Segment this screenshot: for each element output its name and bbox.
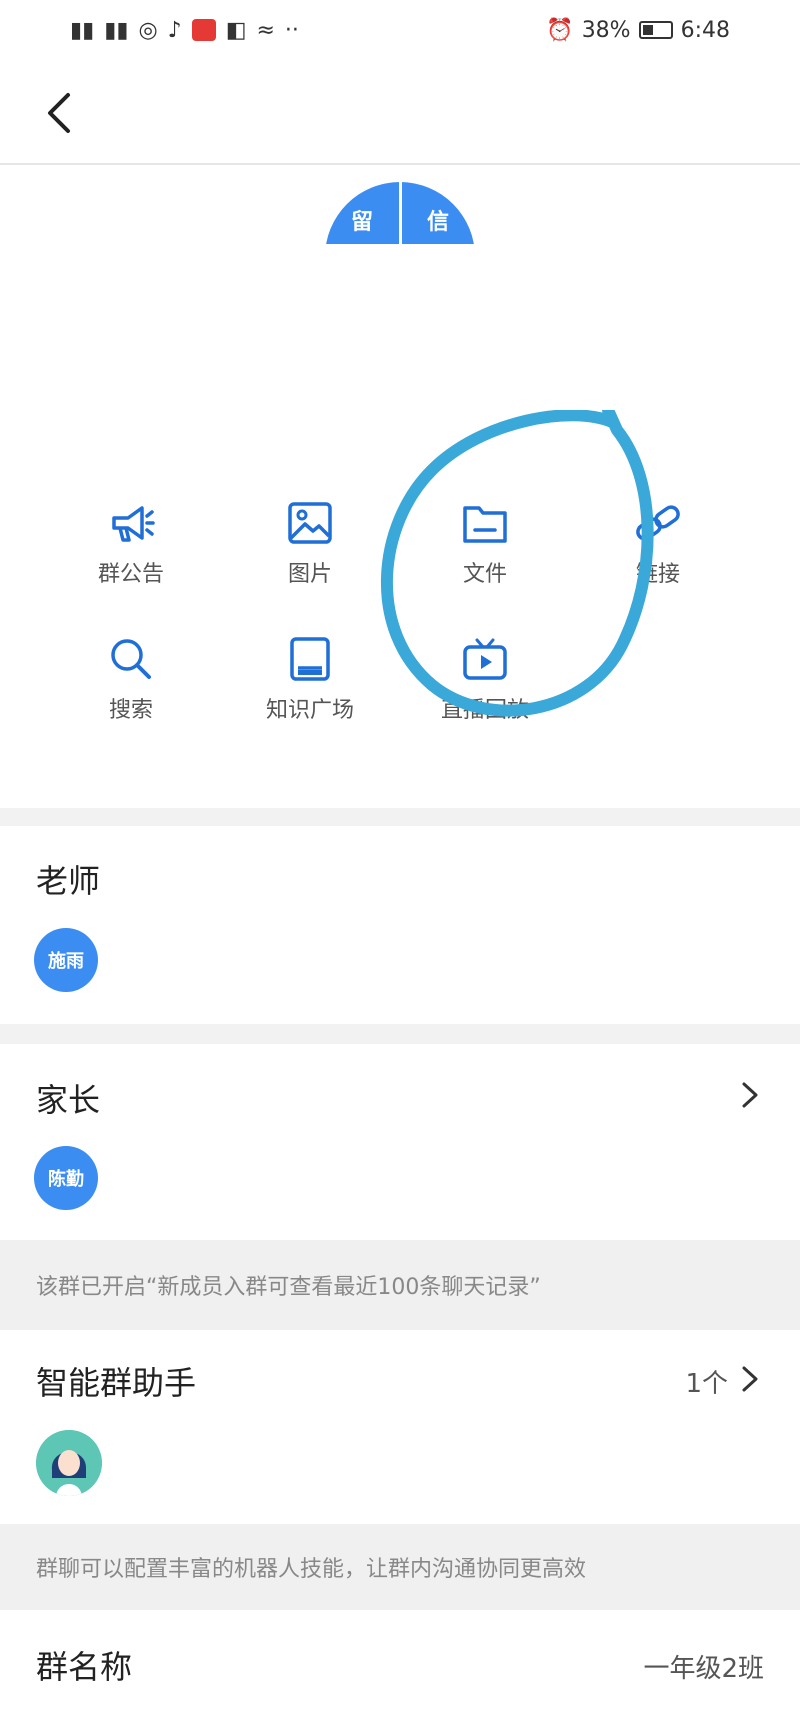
alarm-icon: ⏰: [546, 17, 574, 43]
assistant-count: 1个: [685, 1369, 728, 1399]
section-divider: [0, 808, 800, 826]
function-announcement[interactable]: 群公告: [56, 500, 206, 588]
function-images[interactable]: 图片: [235, 500, 385, 588]
group-avatar[interactable]: 留 信: [325, 182, 475, 244]
function-label: 图片: [287, 562, 332, 587]
back-button[interactable]: [38, 88, 78, 138]
eye-icon: ◎: [138, 17, 158, 43]
group-name-value: 一年级2班: [643, 1654, 764, 1684]
nfc-icon: ◧: [225, 17, 247, 43]
more-icon: ··: [284, 17, 299, 43]
function-knowledge[interactable]: 知识广场: [235, 636, 385, 724]
megaphone-icon: [112, 506, 155, 542]
status-icons-left: ▮▮ ▮▮ ◎ ♪ ◧ ≈ ··: [70, 18, 299, 43]
avatar[interactable]: 施雨: [34, 928, 98, 992]
assistant-avatar[interactable]: [36, 1430, 102, 1496]
search-icon: [111, 639, 151, 679]
status-bar: ▮▮ ▮▮ ◎ ♪ ◧ ≈ ·· ⏰ 38% 6:48: [0, 0, 800, 60]
signal-icon: ▮▮: [70, 17, 95, 43]
avatar[interactable]: 陈勤: [34, 1146, 98, 1210]
function-label: 群公告: [97, 562, 164, 587]
book-icon: [290, 637, 330, 681]
battery-percent: 38%: [581, 17, 631, 43]
signal-icon: ▮▮: [104, 17, 129, 43]
function-label: 搜索: [108, 698, 153, 723]
annotation-circle: [380, 410, 654, 717]
image-icon: [288, 502, 332, 544]
section-title-group-name: 群名称: [36, 1648, 133, 1686]
navigation-bar: [0, 60, 800, 165]
group-avatar-left: 留: [350, 210, 373, 235]
section-divider: [0, 1024, 800, 1044]
history-note: 该群已开启“新成员入群可查看最近100条聊天记录”: [0, 1240, 800, 1330]
assistant-robot-icon: [36, 1430, 102, 1496]
section-title-parent: 家长: [36, 1081, 101, 1119]
clock-time: 6:48: [680, 17, 730, 43]
assistant-note: 群聊可以配置丰富的机器人技能，让群内沟通协同更高效: [0, 1524, 800, 1610]
battery-icon: [638, 21, 673, 39]
chevron-right-icon: [742, 1082, 758, 1108]
chevron-right-icon: [742, 1366, 758, 1392]
app-icon: [191, 19, 216, 41]
status-icons-right: ⏰ 38% 6:48: [546, 18, 730, 43]
function-search[interactable]: 搜索: [56, 636, 206, 724]
nearby-icon: ≈: [256, 17, 275, 43]
notification-icon: ♪: [167, 17, 182, 43]
group-avatar-right: 信: [426, 210, 449, 235]
function-label: 知识广场: [265, 698, 354, 723]
section-title-assistant: 智能群助手: [36, 1364, 197, 1402]
section-title-teacher: 老师: [36, 862, 101, 900]
chevron-left-icon: [48, 93, 70, 133]
